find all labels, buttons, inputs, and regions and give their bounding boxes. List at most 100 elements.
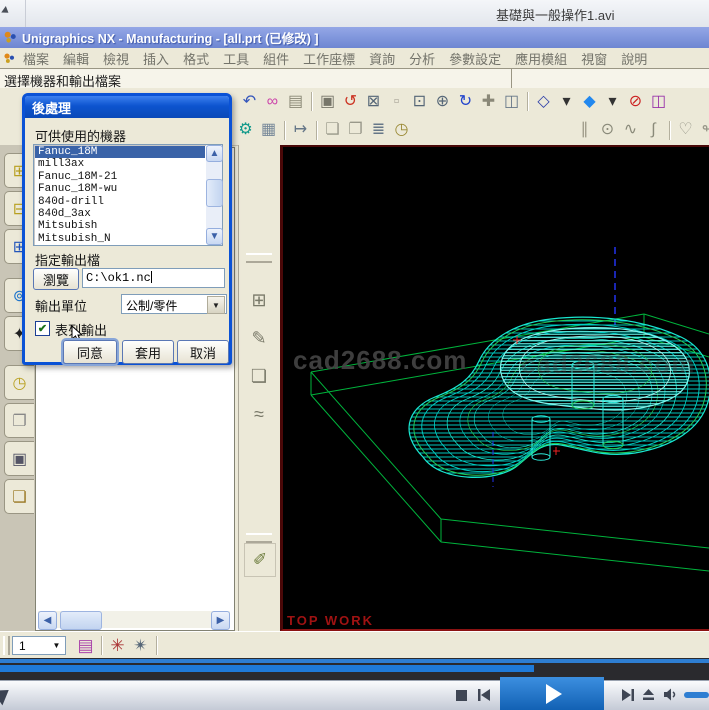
scrollbar-thumb[interactable] bbox=[60, 611, 102, 630]
machine-item-3[interactable]: Fanuc_18M-wu bbox=[35, 183, 205, 195]
eject-button[interactable] bbox=[641, 687, 656, 702]
seek-bar[interactable] bbox=[0, 659, 709, 663]
toolbar-grip[interactable]: ∥ bbox=[573, 119, 596, 141]
machine-item-5[interactable]: 840d_3ax bbox=[35, 208, 205, 220]
create-operation-icon[interactable]: ≈ bbox=[243, 395, 275, 433]
menu-item-10[interactable]: 參數設定 bbox=[442, 49, 508, 68]
list-output-checkbox[interactable]: ✔ bbox=[35, 321, 50, 336]
zoom-in-icon[interactable]: ⊕ bbox=[431, 91, 454, 113]
menu-item-1[interactable]: 編輯 bbox=[56, 49, 96, 68]
fit-view-icon[interactable]: ⊠ bbox=[362, 91, 385, 113]
list-output-icon[interactable]: ≣ bbox=[367, 119, 390, 141]
menu-item-3[interactable]: 插入 bbox=[136, 49, 176, 68]
create-tool-icon[interactable]: ✎ bbox=[243, 319, 275, 357]
dropdown-arrow-icon[interactable]: ▾ bbox=[555, 91, 578, 113]
post-machine-icon[interactable]: ▦ bbox=[257, 119, 280, 141]
app-menu-icon[interactable] bbox=[3, 52, 16, 65]
menu-item-8[interactable]: 資詢 bbox=[362, 49, 402, 68]
scroll-left-icon[interactable]: ◀ bbox=[38, 611, 57, 630]
create-geometry-icon[interactable]: ❏ bbox=[243, 357, 275, 395]
ok-button[interactable]: 同意 bbox=[63, 340, 117, 364]
curve-icon[interactable]: ∿ bbox=[619, 119, 642, 141]
menu-item-6[interactable]: 組件 bbox=[256, 49, 296, 68]
layer-category-icon[interactable]: ▤ bbox=[74, 634, 97, 656]
wcs-dynamics-icon[interactable]: ✴ bbox=[129, 634, 152, 656]
seek-progress[interactable] bbox=[0, 665, 534, 672]
zoom-box-icon[interactable]: ▫ bbox=[385, 91, 408, 113]
tab-system-clock[interactable]: ◷ bbox=[4, 365, 34, 400]
machine-item-0[interactable]: Fanuc_18M bbox=[35, 146, 205, 158]
browse-button[interactable]: 瀏覽 bbox=[33, 268, 79, 290]
generate-toolpath-icon[interactable]: ⚙ bbox=[234, 119, 257, 141]
scroll-up-icon[interactable]: ▲ bbox=[206, 145, 223, 162]
time-estimate-icon[interactable]: ◷ bbox=[390, 119, 413, 141]
cancel-button[interactable]: 取消 bbox=[177, 340, 229, 364]
vertical-scrollbar[interactable]: ▲ ▼ bbox=[206, 145, 222, 243]
rotate-view-icon[interactable]: ↺ bbox=[339, 91, 362, 113]
split-window-icon[interactable]: ◫ bbox=[647, 91, 670, 113]
dropdown-arrow-icon[interactable]: ▾ bbox=[601, 91, 624, 113]
scroll-right-icon[interactable]: ▶ bbox=[211, 611, 230, 630]
graphics-viewport[interactable]: cad2688.com cad2688.com TOP WORK bbox=[280, 145, 709, 631]
toolbar-grip[interactable] bbox=[246, 533, 272, 543]
next-button[interactable] bbox=[621, 688, 635, 702]
pan-icon[interactable]: ✚ bbox=[477, 91, 500, 113]
tab-blank-document[interactable]: ❐ bbox=[4, 403, 34, 438]
toolbar-grip[interactable] bbox=[246, 253, 272, 263]
refresh-window-icon[interactable]: ▣ bbox=[316, 91, 339, 113]
apply-button[interactable]: 套用 bbox=[122, 340, 174, 364]
volume-button[interactable] bbox=[663, 687, 679, 702]
clip-section-icon[interactable]: ⊘ bbox=[624, 91, 647, 113]
shaded-display-icon[interactable]: ◆ bbox=[578, 91, 601, 113]
paste-op-icon[interactable]: ❐ bbox=[344, 119, 367, 141]
scrollbar-thumb[interactable] bbox=[206, 179, 223, 207]
undo-icon[interactable]: ↶ bbox=[238, 91, 261, 113]
layer-combobox[interactable]: 1 ▼ bbox=[12, 636, 66, 655]
previous-button[interactable] bbox=[477, 688, 491, 702]
link-icon[interactable]: ∞ bbox=[261, 91, 284, 113]
horizontal-scrollbar[interactable]: ◀ ▶ bbox=[38, 611, 230, 628]
output-path-input[interactable]: C:\ok1.nc bbox=[82, 268, 225, 288]
menu-item-2[interactable]: 檢視 bbox=[96, 49, 136, 68]
machine-listbox[interactable]: Fanuc_18Mmill3axFanuc_18M-21Fanuc_18M-wu… bbox=[33, 144, 223, 246]
zoom-region-icon[interactable]: ⊡ bbox=[408, 91, 431, 113]
save-view-icon[interactable]: ◫ bbox=[500, 91, 523, 113]
player-menu-arrow-icon[interactable] bbox=[1, 6, 11, 16]
csys-icon[interactable]: ✳ bbox=[106, 634, 129, 656]
spline-icon[interactable]: ∫ bbox=[642, 119, 665, 141]
combo-dropdown-icon[interactable]: ▼ bbox=[207, 296, 225, 314]
menu-item-4[interactable]: 格式 bbox=[176, 49, 216, 68]
machining-wizard-icon[interactable]: ✐ bbox=[244, 543, 276, 577]
sketch-curve-icon[interactable]: ↬ bbox=[697, 119, 709, 141]
wireframe-display-icon[interactable]: ◇ bbox=[532, 91, 555, 113]
create-program-icon[interactable]: ⊞ bbox=[243, 281, 275, 319]
menu-item-7[interactable]: 工作座標 bbox=[296, 49, 362, 68]
play-button[interactable] bbox=[500, 677, 604, 710]
dialog-title-bar[interactable]: 後處理 bbox=[25, 96, 229, 118]
machine-item-7[interactable]: Mitsubish_N bbox=[35, 233, 205, 244]
orbit-icon[interactable]: ↻ bbox=[454, 91, 477, 113]
point-icon[interactable]: ⊙ bbox=[596, 119, 619, 141]
menu-item-5[interactable]: 工具 bbox=[216, 49, 256, 68]
machine-item-1[interactable]: mill3ax bbox=[35, 158, 205, 170]
machine-item-2[interactable]: Fanuc_18M-21 bbox=[35, 171, 205, 183]
units-combobox[interactable]: 公制/零件 ▼ bbox=[121, 294, 227, 314]
menu-item-12[interactable]: 視窗 bbox=[574, 49, 614, 68]
menu-item-11[interactable]: 應用模組 bbox=[508, 49, 574, 68]
machine-item-6[interactable]: Mitsubish bbox=[35, 220, 205, 232]
menu-item-0[interactable]: 檔案 bbox=[16, 49, 56, 68]
profile-icon[interactable]: ♡ bbox=[674, 119, 697, 141]
menu-item-13[interactable]: 說明 bbox=[614, 49, 654, 68]
toolbar-grip[interactable] bbox=[3, 636, 10, 655]
window-title-bar[interactable]: Unigraphics NX - Manufacturing - [all.pr… bbox=[0, 27, 709, 48]
player-left-icon[interactable] bbox=[0, 683, 14, 706]
machine-item-4[interactable]: 840d-drill bbox=[35, 196, 205, 208]
list-edit-icon[interactable]: ▤ bbox=[284, 91, 307, 113]
volume-slider[interactable] bbox=[684, 692, 709, 698]
copy-op-icon[interactable]: ❏ bbox=[321, 119, 344, 141]
tab-new-window[interactable]: ❏ bbox=[4, 479, 34, 514]
menu-item-9[interactable]: 分析 bbox=[402, 49, 442, 68]
scroll-down-icon[interactable]: ▼ bbox=[206, 228, 223, 245]
tab-save-palette[interactable]: ▣ bbox=[4, 441, 34, 476]
stop-button[interactable] bbox=[456, 690, 467, 701]
